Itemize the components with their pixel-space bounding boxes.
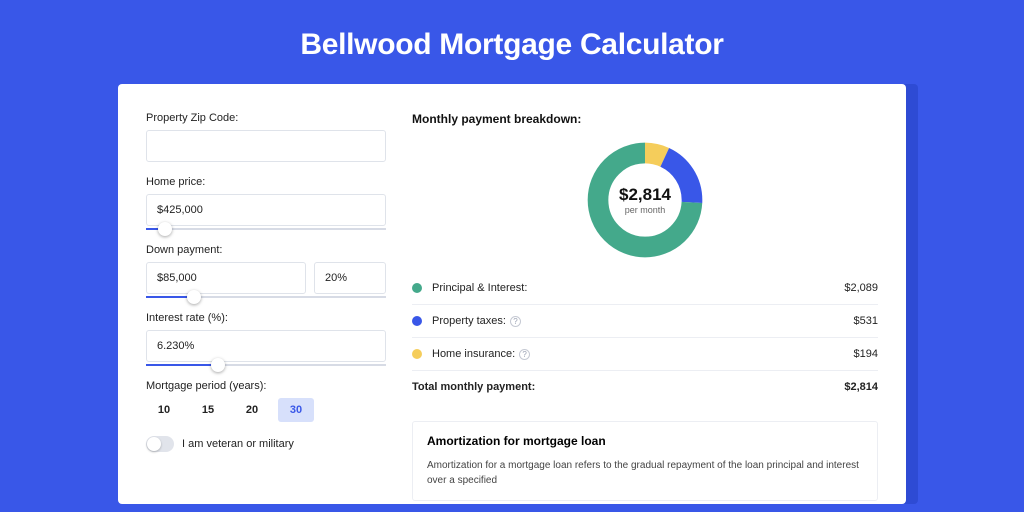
legend: Principal & Interest: $2,089 Property ta… bbox=[412, 272, 878, 403]
donut-sub: per month bbox=[625, 205, 666, 215]
legend-label-total: Total monthly payment: bbox=[412, 381, 844, 393]
period-options: 10 15 20 30 bbox=[146, 398, 386, 422]
page-title: Bellwood Mortgage Calculator bbox=[0, 28, 1024, 62]
breakdown-column: Monthly payment breakdown: $2,814 per mo… bbox=[412, 112, 878, 504]
zip-field-block: Property Zip Code: bbox=[146, 112, 386, 162]
zip-input[interactable] bbox=[146, 130, 386, 162]
legend-value-total: $2,814 bbox=[844, 381, 878, 393]
period-option-30[interactable]: 30 bbox=[278, 398, 314, 422]
period-option-20[interactable]: 20 bbox=[234, 398, 270, 422]
calculator-panel: Property Zip Code: Home price: Down paym… bbox=[118, 84, 906, 504]
down-payment-label: Down payment: bbox=[146, 244, 386, 256]
donut-chart: $2,814 per month bbox=[583, 138, 707, 262]
legend-dot-principal bbox=[412, 283, 422, 293]
donut-amount: $2,814 bbox=[619, 185, 671, 205]
legend-value-insurance: $194 bbox=[854, 348, 878, 360]
legend-label-principal: Principal & Interest: bbox=[432, 282, 844, 294]
interest-input[interactable] bbox=[146, 330, 386, 362]
form-column: Property Zip Code: Home price: Down paym… bbox=[146, 112, 386, 504]
veteran-toggle-knob bbox=[147, 437, 161, 451]
legend-row-taxes: Property taxes: ? $531 bbox=[412, 305, 878, 338]
down-payment-field-block: Down payment: bbox=[146, 244, 386, 298]
period-label: Mortgage period (years): bbox=[146, 380, 386, 392]
legend-dot-taxes bbox=[412, 316, 422, 326]
legend-value-taxes: $531 bbox=[854, 315, 878, 327]
interest-field-block: Interest rate (%): bbox=[146, 312, 386, 366]
interest-slider[interactable] bbox=[146, 364, 386, 366]
home-price-slider-thumb[interactable] bbox=[158, 222, 172, 236]
legend-value-principal: $2,089 bbox=[844, 282, 878, 294]
legend-label-taxes: Property taxes: ? bbox=[432, 315, 854, 327]
home-price-input[interactable] bbox=[146, 194, 386, 226]
period-field-block: Mortgage period (years): 10 15 20 30 bbox=[146, 380, 386, 422]
donut-center: $2,814 per month bbox=[583, 138, 707, 262]
legend-label-insurance: Home insurance: ? bbox=[432, 348, 854, 360]
amortization-title: Amortization for mortgage loan bbox=[427, 434, 863, 448]
amortization-text: Amortization for a mortgage loan refers … bbox=[427, 458, 863, 488]
legend-dot-insurance bbox=[412, 349, 422, 359]
veteran-row: I am veteran or military bbox=[146, 436, 386, 452]
info-icon[interactable]: ? bbox=[510, 316, 521, 327]
period-option-10[interactable]: 10 bbox=[146, 398, 182, 422]
info-icon[interactable]: ? bbox=[519, 349, 530, 360]
down-payment-slider-thumb[interactable] bbox=[187, 290, 201, 304]
amortization-card: Amortization for mortgage loan Amortizat… bbox=[412, 421, 878, 501]
legend-row-total: Total monthly payment: $2,814 bbox=[412, 371, 878, 403]
zip-label: Property Zip Code: bbox=[146, 112, 386, 124]
interest-label: Interest rate (%): bbox=[146, 312, 386, 324]
legend-row-insurance: Home insurance: ? $194 bbox=[412, 338, 878, 371]
down-payment-pct-input[interactable] bbox=[314, 262, 386, 294]
veteran-toggle[interactable] bbox=[146, 436, 174, 452]
interest-slider-thumb[interactable] bbox=[211, 358, 225, 372]
period-option-15[interactable]: 15 bbox=[190, 398, 226, 422]
home-price-field-block: Home price: bbox=[146, 176, 386, 230]
hero: Bellwood Mortgage Calculator bbox=[0, 0, 1024, 84]
veteran-label: I am veteran or military bbox=[182, 438, 294, 450]
home-price-label: Home price: bbox=[146, 176, 386, 188]
home-price-slider[interactable] bbox=[146, 228, 386, 230]
legend-row-principal: Principal & Interest: $2,089 bbox=[412, 272, 878, 305]
down-payment-slider[interactable] bbox=[146, 296, 386, 298]
donut-chart-wrap: $2,814 per month bbox=[412, 138, 878, 262]
breakdown-title: Monthly payment breakdown: bbox=[412, 112, 878, 126]
down-payment-input[interactable] bbox=[146, 262, 306, 294]
